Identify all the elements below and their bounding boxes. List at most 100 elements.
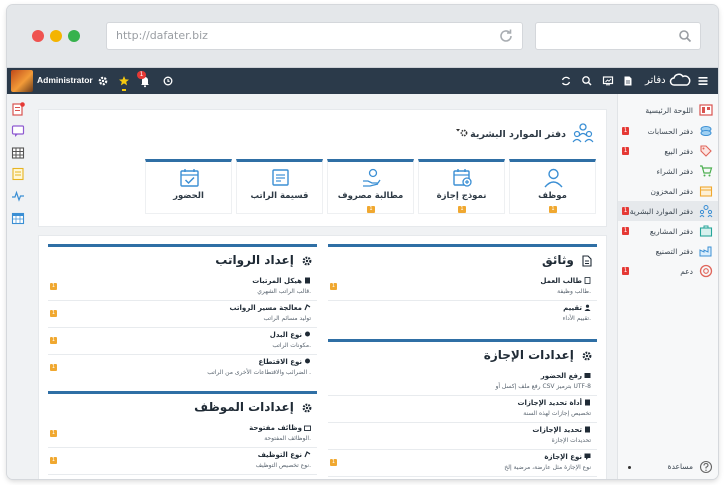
refresh-icon[interactable]: [560, 68, 572, 94]
calendar-plus-icon: [453, 169, 472, 187]
address-url: http://dafater.biz: [116, 29, 208, 42]
section-salary-setup: إعداد الرواتب هيكل المرتبات قالب الراتب …: [48, 244, 317, 376]
sidebar-item-label: دفتر الموارد البشرية: [629, 206, 693, 216]
sidebar-item-projects[interactable]: 1 دفتر المشاريع: [618, 221, 718, 241]
avatar[interactable]: [11, 70, 33, 92]
table-icon[interactable]: [11, 146, 25, 160]
item-description: تخصيص إجازات لهذه السنة: [523, 410, 591, 417]
history-icon[interactable]: [162, 68, 174, 94]
user-name[interactable]: Administrator: [37, 75, 93, 85]
list-item[interactable]: تحديد الإجازات تحديدات الإجازة: [328, 423, 597, 450]
item-title: طالب العمل: [540, 277, 591, 285]
sidebar-item-hr[interactable]: 1 دفتر الموارد البشرية: [618, 201, 718, 221]
monitor-icon[interactable]: [602, 68, 614, 94]
sidebar-item-label: دفتر الشراء: [656, 166, 693, 176]
item-description: تحديدات الإجازة: [551, 437, 591, 444]
list-item[interactable]: معالجة مسير الرواتب توليد مسائم الراتب 1: [48, 301, 317, 328]
sidebar-item-label: دفتر التصنيع: [655, 246, 693, 256]
sidebar-item-manufacturing[interactable]: دفتر التصنيع: [618, 241, 718, 261]
sidebar-item-purchase[interactable]: دفتر الشراء: [618, 161, 718, 181]
item-badge: 1: [50, 283, 57, 290]
list-item[interactable]: نوع الاقتطاع الضرائب والاقتطاعات الأخرى …: [48, 355, 317, 382]
sidebar-item-inventory[interactable]: دفتر المخزون: [618, 181, 718, 201]
notes-icon[interactable]: [11, 167, 25, 181]
card-employee[interactable]: موظف 1: [509, 159, 596, 214]
list-item[interactable]: رفع الحضور رفع ملف إكسل أو CSV بترميز UT…: [328, 369, 597, 396]
list-item[interactable]: نوع الإجازة نوع الإجازة مثل عارضة، مرضية…: [328, 450, 597, 477]
browser-chrome: http://dafater.biz: [7, 5, 718, 68]
factory-icon: [699, 246, 712, 257]
brand-logo[interactable]: دفاتر: [645, 73, 691, 87]
sidebar-item-sales[interactable]: 1 دفتر البيع: [618, 141, 718, 161]
sidebar-item-accounts[interactable]: 1 دفتر الحسابات: [618, 121, 718, 141]
item-badge: 1: [50, 364, 57, 371]
tag-icon: [700, 145, 712, 157]
activity-icon[interactable]: [11, 189, 25, 203]
sidebar-item-badge: 1: [622, 267, 629, 275]
search-icon[interactable]: [581, 68, 593, 94]
page-title: دفتر الموارد البشرية: [470, 129, 566, 140]
gear-icon: [302, 403, 312, 412]
app-topbar: Administrator 1 دفاتر: [7, 68, 718, 94]
list-item[interactable]: نوع البدل مكونات الراتب. 1: [48, 328, 317, 355]
item-badge: 1: [50, 457, 57, 464]
document-icon: [584, 277, 591, 284]
list-item[interactable]: طالب العمل طالب وظيفة. 1: [328, 274, 597, 301]
maximize-window-button[interactable]: [68, 30, 80, 42]
browser-search-bar[interactable]: [535, 22, 701, 50]
gear-icon[interactable]: [97, 68, 109, 94]
card-label: نموذج إجازة: [436, 191, 487, 201]
reload-icon[interactable]: [498, 28, 514, 44]
card-salary-slip[interactable]: قسيمة الراتب: [236, 159, 323, 214]
comment-icon: [305, 358, 310, 364]
menu-icon[interactable]: [697, 68, 709, 94]
card-attendance[interactable]: الحضور: [145, 159, 232, 214]
hand-coins-icon: [363, 168, 381, 187]
item-title: معالجة مسير الرواتب: [229, 304, 311, 312]
address-bar[interactable]: http://dafater.biz: [106, 22, 523, 50]
card-label: الحضور: [173, 191, 204, 201]
sidebar-item-support[interactable]: 1 دعم: [618, 261, 718, 281]
question-icon: [699, 460, 713, 474]
list-item[interactable]: نوع التوظيف نوع تخصيص التوظيف. 1: [48, 448, 317, 475]
notification-count-badge: 1: [137, 71, 146, 79]
list-item[interactable]: هيكل المرتبات قالب الراتب الشهري. 1: [48, 274, 317, 301]
upload-icon: [584, 373, 591, 378]
card-expense-claim[interactable]: مطالبة مصروف 1: [327, 159, 414, 214]
gear-icon: [302, 256, 312, 265]
people-icon: [699, 205, 713, 218]
comment-icon: [584, 453, 591, 460]
card-label: مطالبة مصروف: [337, 191, 404, 201]
star-icon[interactable]: [118, 68, 130, 94]
section-title-text: إعدادات الإجازة: [483, 348, 574, 362]
section-title: وثائق: [542, 253, 593, 267]
item-title: وظائف مفتوحة: [249, 424, 311, 432]
item-description: قالب الراتب الشهري.: [257, 288, 311, 295]
user-star-icon: [584, 304, 591, 311]
page-settings-dropdown[interactable]: [455, 127, 469, 140]
section-title-text: وثائق: [542, 253, 574, 267]
help-link[interactable]: مساعدة: [618, 459, 718, 475]
minimize-window-button[interactable]: [50, 30, 62, 42]
box-icon: [699, 186, 713, 197]
list-item[interactable]: وظائف مفتوحة الوظائف المفتوحة. 1: [48, 421, 317, 448]
clipboard-icon[interactable]: [11, 102, 25, 116]
card-leave-application[interactable]: نموذج إجازة 1: [418, 159, 505, 214]
section-title-text: إعداد الرواتب: [215, 253, 294, 267]
list-item[interactable]: أداة تحديد الإجازات تخصيص إجازات لهذه ال…: [328, 396, 597, 423]
building-icon: [305, 277, 310, 284]
item-title: رفع الحضور: [541, 372, 591, 380]
sidebar-item-dashboard[interactable]: اللوحة الرئيسية: [618, 100, 718, 120]
section-employee-setup: إعدادات الموظف وظائف مفتوحة الوظائف المف…: [48, 391, 317, 479]
search-icon[interactable]: [678, 29, 692, 43]
list-item[interactable]: تقييم تقييم الأداء.: [328, 301, 597, 328]
module-header-panel: دفتر الموارد البشرية موظف 1 نموذج إجازة …: [38, 109, 607, 227]
support-icon: [699, 264, 713, 278]
process-icon: [304, 451, 311, 458]
close-window-button[interactable]: [32, 30, 44, 42]
message-icon[interactable]: [11, 124, 25, 138]
section-title: إعدادات الموظف: [194, 400, 313, 414]
item-title: نوع الاقتطاع: [258, 358, 311, 366]
calendar-icon[interactable]: [11, 211, 25, 225]
document-icon[interactable]: [622, 68, 634, 94]
